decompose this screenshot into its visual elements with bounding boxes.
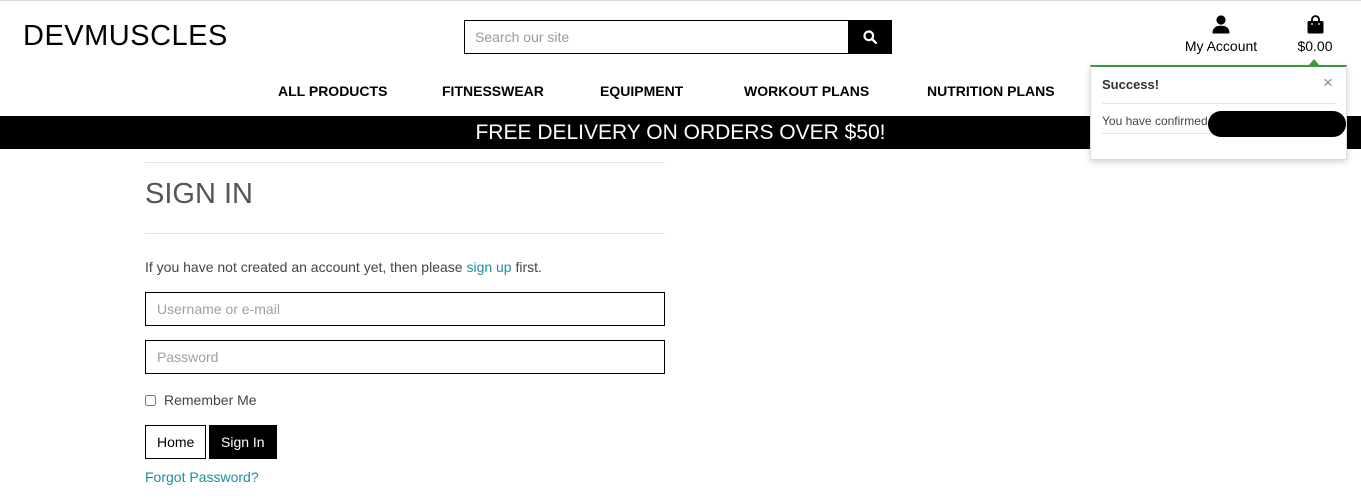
toast-message: You have confirmed bbox=[1102, 114, 1208, 128]
intro-text-end: first. bbox=[511, 259, 542, 275]
toast-title: Success! bbox=[1102, 77, 1160, 92]
nav-workout-plans[interactable]: WORKOUT PLANS bbox=[744, 83, 869, 99]
nav-nutrition-plans[interactable]: NUTRITION PLANS bbox=[927, 83, 1055, 99]
toast-underline bbox=[1102, 133, 1212, 134]
username-field[interactable] bbox=[145, 292, 665, 326]
signin-intro: If you have not created an account yet, … bbox=[145, 259, 542, 275]
user-icon bbox=[1212, 15, 1230, 34]
remember-me-label: Remember Me bbox=[164, 392, 257, 408]
sign-in-button[interactable]: Sign In bbox=[209, 425, 277, 459]
forgot-password-link[interactable]: Forgot Password? bbox=[145, 469, 259, 485]
remember-me-checkbox[interactable] bbox=[145, 394, 156, 406]
success-toast: Success! × You have confirmed bbox=[1090, 59, 1347, 160]
search-button[interactable] bbox=[848, 20, 892, 54]
divider bbox=[145, 162, 665, 163]
remember-me: Remember Me bbox=[145, 392, 257, 408]
page-title: SIGN IN bbox=[145, 178, 253, 210]
cart-link[interactable]: $0.00 bbox=[1290, 15, 1340, 54]
divider bbox=[145, 233, 665, 234]
close-icon[interactable]: × bbox=[1323, 73, 1333, 93]
sign-up-link[interactable]: sign up bbox=[466, 259, 511, 275]
search-icon bbox=[863, 30, 877, 44]
nav-all-products[interactable]: ALL PRODUCTS bbox=[278, 83, 387, 99]
intro-text: If you have not created an account yet, … bbox=[145, 259, 467, 275]
search-input[interactable] bbox=[464, 20, 848, 54]
toast-divider bbox=[1102, 103, 1337, 104]
shopping-bag-icon bbox=[1307, 15, 1323, 34]
nav-fitnesswear[interactable]: FITNESSWEAR bbox=[442, 83, 544, 99]
site-logo[interactable]: DEVMUSCLES bbox=[23, 20, 228, 53]
cart-total: $0.00 bbox=[1297, 38, 1333, 54]
search-form bbox=[464, 20, 892, 54]
nav-equipment[interactable]: EQUIPMENT bbox=[600, 83, 683, 99]
my-account-label: My Account bbox=[1184, 38, 1258, 54]
my-account-link[interactable]: My Account bbox=[1175, 15, 1267, 54]
toast-caret bbox=[1309, 59, 1319, 65]
redaction-mark bbox=[1208, 111, 1346, 137]
home-button[interactable]: Home bbox=[145, 425, 207, 459]
password-field[interactable] bbox=[145, 340, 665, 374]
